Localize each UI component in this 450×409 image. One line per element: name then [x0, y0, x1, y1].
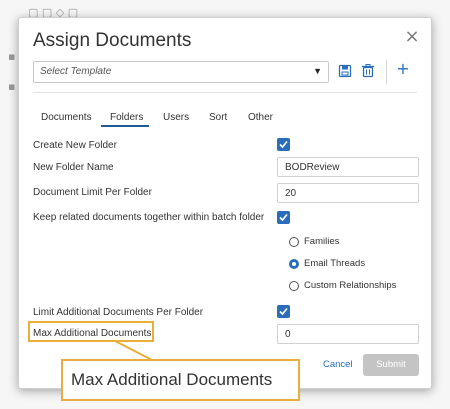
callout-label: Max Additional Documents [61, 359, 300, 401]
callout-connector [114, 340, 153, 361]
